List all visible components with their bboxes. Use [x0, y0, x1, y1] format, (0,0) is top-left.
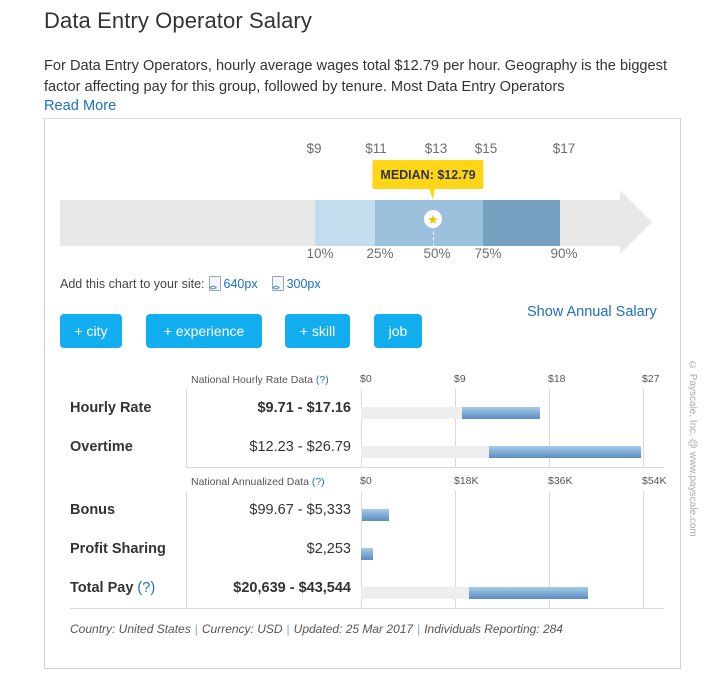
- range-bar: [361, 509, 389, 521]
- embed-chart-row: Add this chart to your site: 640px 300px: [60, 276, 331, 292]
- median-star-icon[interactable]: ★: [424, 210, 442, 228]
- annual-heading-text: National Annualized Data: [191, 476, 309, 488]
- axis-tick-label: $54K: [642, 475, 667, 487]
- bar-track: [361, 587, 469, 599]
- divider: [70, 608, 664, 609]
- total-pay-text: Total Pay: [70, 580, 134, 596]
- row-value-bonus: $99.67 - $5,333: [249, 502, 351, 518]
- divider: [186, 467, 664, 468]
- embed-640-link[interactable]: 640px: [208, 276, 258, 292]
- dollar-tick: $15: [474, 141, 498, 156]
- embed-300-label: 300px: [286, 276, 321, 291]
- axis-tick-label: $18K: [454, 475, 479, 487]
- row-value-hourly-rate: $9.71 - $17.16: [257, 400, 351, 416]
- footnote-updated: Updated: 25 Mar 2017: [293, 622, 414, 636]
- dollar-tick: $13: [424, 141, 448, 156]
- add-city-button[interactable]: + city: [60, 314, 122, 348]
- percentile-tick: 90%: [550, 246, 578, 261]
- row-label-total-pay: Total Pay (?): [70, 580, 155, 596]
- separator: |: [194, 622, 198, 636]
- hourly-section-heading: National Hourly Rate Data (?): [191, 374, 329, 386]
- axis-tick-label: $9: [454, 373, 466, 385]
- range-arrow-head: [620, 190, 652, 254]
- row-value-overtime: $12.23 - $26.79: [249, 439, 351, 455]
- range-bar: [361, 548, 373, 560]
- column-divider: [186, 491, 187, 608]
- total-pay-help-icon[interactable]: (?): [137, 580, 155, 596]
- separator: |: [417, 622, 421, 636]
- footnote-country: Country: United States: [70, 622, 191, 636]
- dollar-tick: $11: [365, 141, 387, 156]
- row-value-total-pay: $20,639 - $43,544: [233, 580, 351, 596]
- footnote: Country: United States | Currency: USD | Upd…: [70, 622, 563, 636]
- gridline: [643, 389, 644, 467]
- range-bar: [468, 587, 589, 599]
- embed-label: Add this chart to your site:: [60, 276, 205, 291]
- annual-section-heading: National Annualized Data (?): [191, 476, 325, 488]
- row-label-profit-sharing: Profit Sharing: [70, 541, 166, 557]
- axis-tick-label: $0: [360, 373, 372, 385]
- axis-tick-label: $27: [642, 373, 660, 385]
- row-label-overtime: Overtime: [70, 439, 133, 455]
- gridline: [643, 491, 644, 608]
- row-value-profit-sharing: $2,253: [306, 541, 351, 557]
- percentile-tick: 50%: [423, 246, 451, 261]
- percentile-range-chart: $9 $11 $13 $15 $17 ★ MEDIAN: $12.79 10% …: [0, 0, 707, 270]
- add-experience-button[interactable]: + experience: [146, 314, 262, 348]
- row-label-hourly-rate: Hourly Rate: [70, 400, 152, 416]
- hourly-heading-text: National Hourly Rate Data: [191, 374, 313, 386]
- percentile-tick: 25%: [366, 246, 394, 261]
- footnote-currency: Currency: USD: [201, 622, 283, 636]
- copyright-notice: © Payscale, Inc. @ www.payscale.com: [687, 360, 698, 537]
- show-annual-salary-link[interactable]: Show Annual Salary: [527, 304, 657, 320]
- percentile-tick: 10%: [306, 246, 334, 261]
- range-bar: [488, 446, 641, 458]
- dollar-tick: $17: [552, 141, 576, 156]
- axis-tick-label: $18: [548, 373, 566, 385]
- bar-track: [361, 407, 463, 419]
- footnote-reporting: Individuals Reporting: 284: [424, 622, 563, 636]
- bar-track: [361, 446, 489, 458]
- annual-help-icon[interactable]: (?): [312, 476, 325, 488]
- median-line: [433, 226, 434, 246]
- add-skill-button[interactable]: + skill: [285, 314, 350, 348]
- code-file-icon: [208, 276, 221, 292]
- dollar-tick: $9: [306, 141, 322, 156]
- median-tooltip-tail: [429, 188, 435, 200]
- embed-640-label: 640px: [223, 276, 258, 291]
- separator: |: [286, 622, 290, 636]
- job-button[interactable]: job: [374, 314, 422, 348]
- percentile-tick: 75%: [474, 246, 502, 261]
- range-bar: [462, 407, 541, 419]
- code-file-icon: [271, 276, 284, 292]
- hourly-help-icon[interactable]: (?): [316, 374, 329, 386]
- row-label-bonus: Bonus: [70, 502, 116, 518]
- axis-tick-label: $0: [360, 475, 372, 487]
- embed-300-link[interactable]: 300px: [271, 276, 321, 292]
- median-tooltip: MEDIAN: $12.79: [372, 160, 484, 189]
- segment-p75-p90: [483, 200, 560, 246]
- column-divider: [186, 389, 187, 467]
- axis-tick-label: $36K: [548, 475, 573, 487]
- segment-p10-p25: [315, 200, 375, 246]
